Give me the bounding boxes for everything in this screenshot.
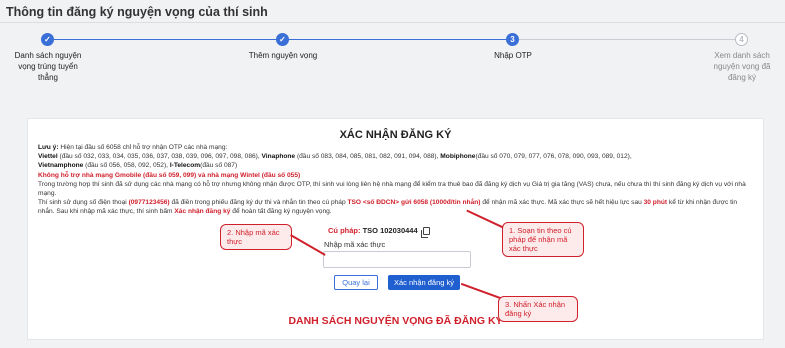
step-2-check-icon[interactable]: ✓ [276,33,289,46]
carrier-line-2: Vietnamphone (đầu số 056, 058, 092, 052)… [38,161,754,170]
sms-text: Thí sinh sử dụng số điện thoại [38,199,129,207]
confirm-registration-button[interactable]: Xác nhận đăng ký [388,275,460,290]
card-title: XÁC NHẬN ĐĂNG KÝ [339,129,452,141]
carrier-viettel: Viettel [38,153,58,161]
note-lead: Lưu ý: [38,144,59,151]
step-2-label: Thêm nguyện vọng [248,51,318,60]
callout-step-3: 3. Nhấn Xác nhận đăng ký [498,296,578,322]
title-divider [0,22,785,23]
step-4-label: Xem danh sách nguyện vọng đã đăng ký [713,51,771,82]
carrier-notes: Lưu ý: Hiện tại đầu số 6058 chỉ hỗ trợ n… [38,143,754,217]
carrier-itelecom-prefixes: (đầu số 087) [200,162,238,170]
otp-input[interactable] [323,251,471,268]
note-intro: Lưu ý: Hiện tại đầu số 6058 chỉ hỗ trợ n… [38,143,754,152]
step-4-indicator: 4 [735,33,748,46]
syntax-value: TSO 102030444 [362,226,418,235]
step-3-label: Nhập OTP [494,51,532,60]
callout-step-2: 2. Nhập mã xác thực [220,224,292,250]
carrier-vietnamphone-prefixes: (đầu số 056, 058, 092, 052), [83,162,170,170]
carrier-mobiphone: Mobiphone [440,153,476,161]
step-1-label: Danh sách nguyện vọng trúng tuyển thẳng [14,51,82,82]
otp-expiry: 30 phút [643,199,668,207]
carrier-line-1: Viettel (đầu số 032, 033, 034, 035, 036,… [38,152,754,161]
sms-instructions: Thí sinh sử dụng số điện thoại (09771234… [38,198,754,216]
copy-icon[interactable] [420,227,430,239]
phone-number: (0977123456) [128,199,170,207]
carrier-itelecom: I-Telecom [169,162,201,170]
carrier-viettel-prefixes: (đầu số 032, 033, 034, 035, 036, 037, 03… [57,153,262,161]
otp-confirm-card: XÁC NHẬN ĐĂNG KÝ Lưu ý: Hiện tại đầu số … [27,118,764,340]
progress-stepper: ✓ ✓ 3 4 Danh sách nguyện vọng trúng tuyể… [0,28,785,118]
back-button[interactable]: Quay lại [334,275,378,290]
registered-list-title: DANH SÁCH NGUYỆN VỌNG ĐÃ ĐĂNG KÝ [288,315,503,327]
confirm-keyword: Xác nhận đăng ký [174,208,231,216]
step-3-indicator: 3 [506,33,519,46]
carrier-vinaphone-prefixes: (đầu số 083, 084, 085, 081, 082, 091, 09… [295,153,441,161]
sms-text: đã điền trong phiếu đăng ký dự thi và nh… [169,199,348,207]
syntax-label: Cú pháp: [328,226,361,235]
carrier-vietnamphone: Vietnamphone [38,162,84,170]
callout-step-1: 1. Soạn tin theo cú pháp để nhận mã xác … [502,222,584,257]
vas-note: Trong trường hợp thí sinh đã sử dụng các… [38,180,746,198]
step-connector [288,39,507,40]
syntax-line: Cú pháp: TSO 102030444 [328,226,430,239]
page-title: Thông tin đăng ký nguyện vọng của thí si… [6,5,268,19]
step-1-check-icon[interactable]: ✓ [41,33,54,46]
otp-label: Nhập mã xác thực [324,240,386,249]
note-intro-text: Hiện tại đầu số 6058 chỉ hỗ trợ nhận OTP… [58,144,228,151]
step-connector [48,39,282,40]
sms-syntax: TSO <số ĐDCN> gửi 6058 (1000đ/tin nhắn) [347,199,481,207]
unsupported-carriers-warning: Không hỗ trợ nhà mạng Gmobile (đầu số 05… [38,171,301,179]
carrier-mobiphone-prefixes: (đầu số 070, 079, 077, 076, 078, 090, 09… [475,153,632,161]
carrier-vinaphone: Vinaphone [261,153,296,161]
sms-text: để hoàn tất đăng ký nguyện vọng. [230,208,332,216]
step-connector [519,39,735,40]
sms-text: để nhận mã xác thực. Mã xác thực sẽ hết … [480,199,644,207]
